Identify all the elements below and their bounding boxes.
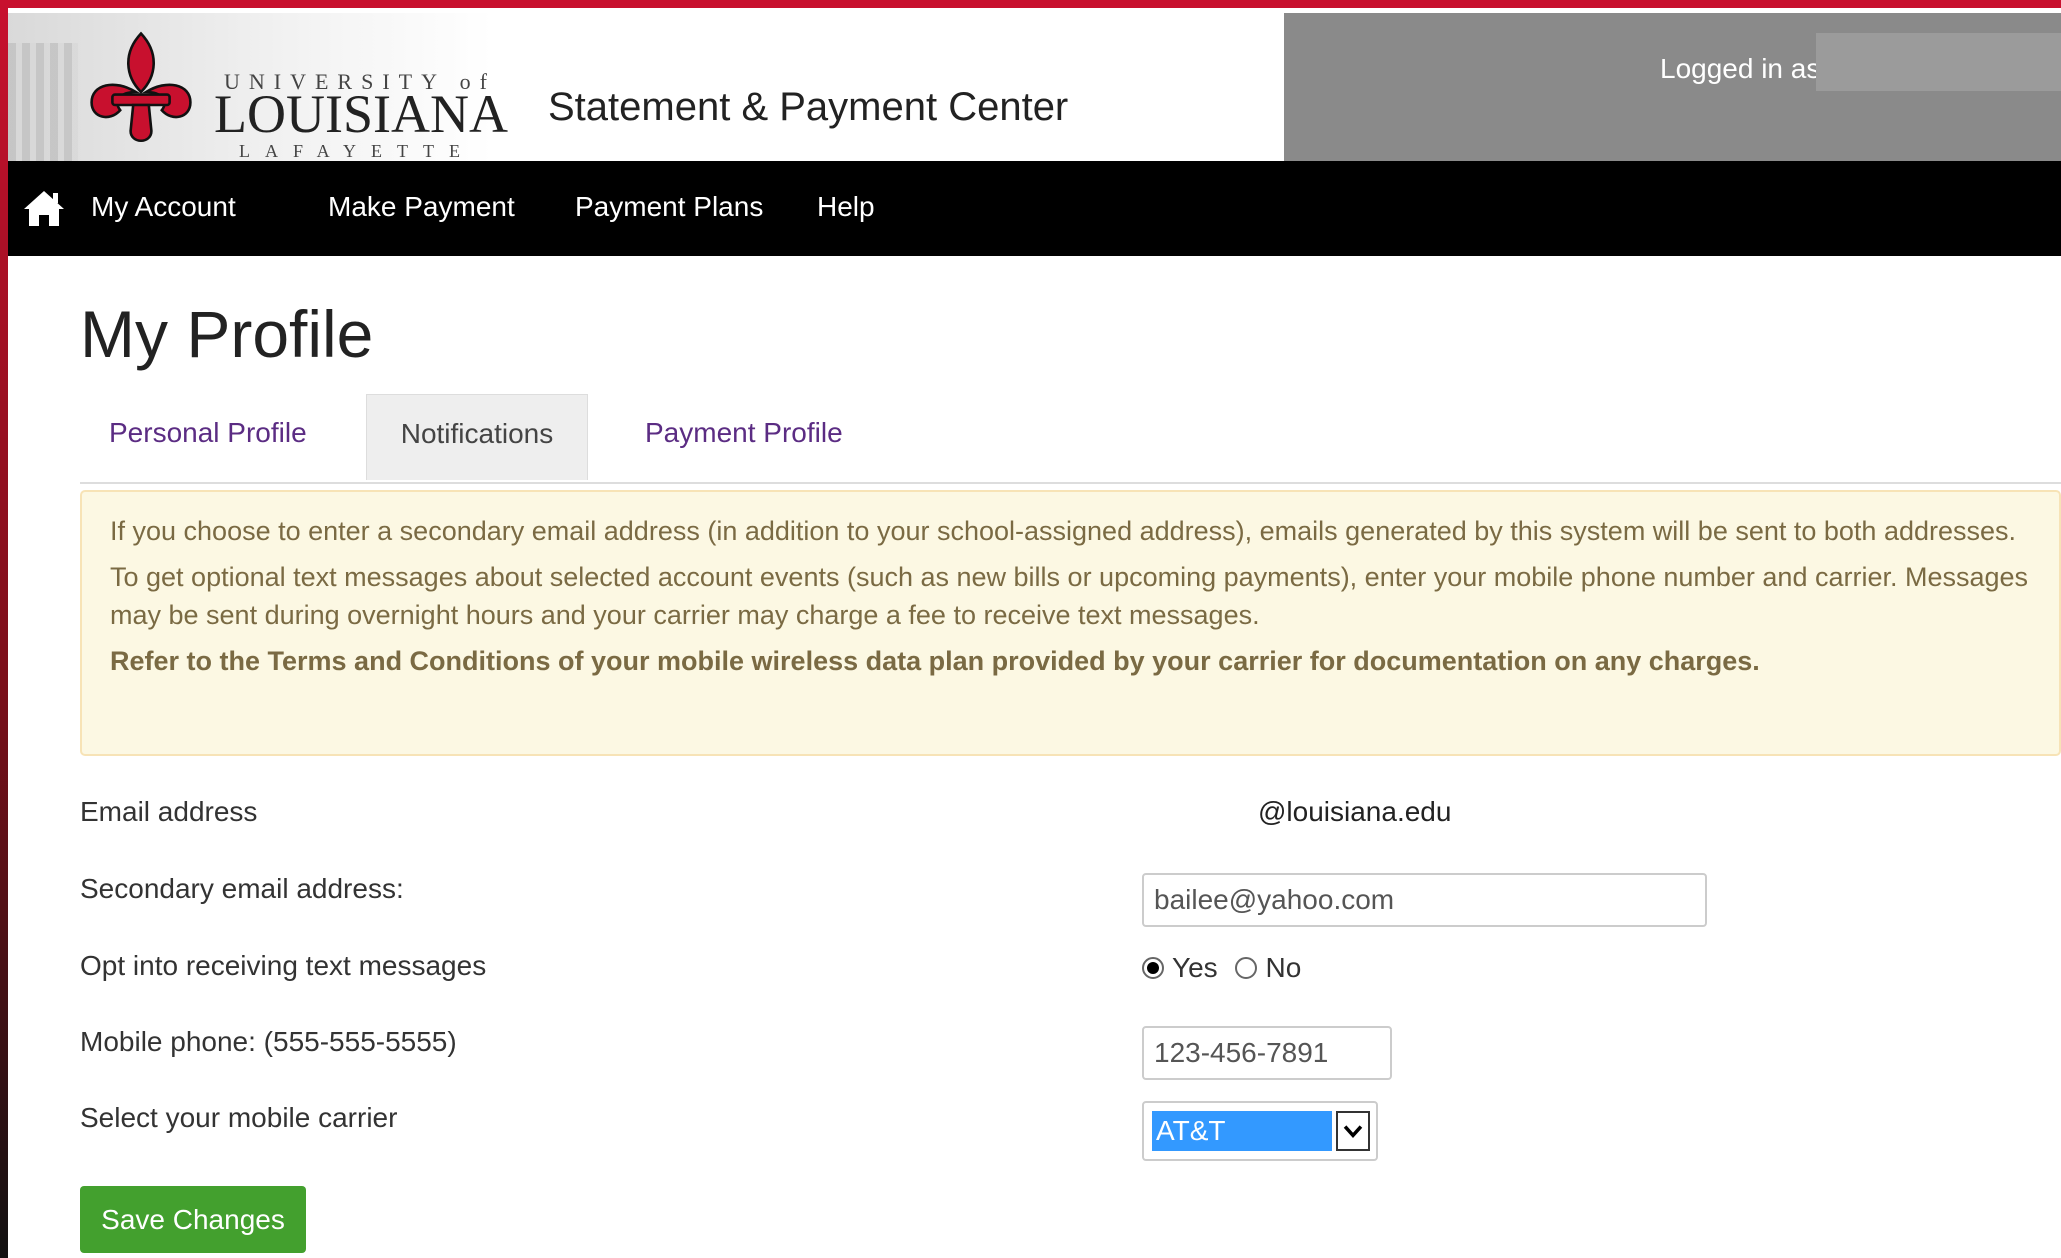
university-logo[interactable]: UNIVERSITY of LOUISIANA LAFAYETTE (76, 27, 508, 161)
opt-in-no-label: No (1265, 951, 1302, 983)
opt-in-yes-label: Yes (1172, 951, 1218, 983)
notice-secondary-email: If you choose to enter a secondary email… (110, 516, 2017, 546)
text-opt-in-label: Opt into receiving text messages (80, 950, 487, 981)
site-header: UNIVERSITY of LOUISIANA LAFAYETTE Statem… (8, 8, 2061, 161)
mobile-carrier-selected: AT&T (1152, 1111, 1332, 1151)
header-banner: UNIVERSITY of LOUISIANA LAFAYETTE Statem… (8, 13, 1283, 161)
home-icon[interactable] (22, 188, 66, 228)
logo-louisiana-text: LOUISIANA (214, 84, 508, 144)
secondary-email-label: Secondary email address: (80, 873, 404, 904)
nav-payment-plans[interactable]: Payment Plans (575, 191, 763, 223)
mobile-phone-label: Mobile phone: (555-555-5555) (80, 1026, 457, 1057)
tab-payment-profile[interactable]: Payment Profile (645, 394, 843, 472)
profile-tabs: Personal Profile Notifications Payment P… (80, 394, 2061, 484)
mobile-carrier-select[interactable]: AT&T (1142, 1101, 1378, 1161)
campus-building-photo (8, 43, 78, 161)
fleur-de-lis-icon (90, 31, 192, 143)
chevron-down-icon[interactable] (1336, 1111, 1370, 1151)
notice-terms: Refer to the Terms and Conditions of you… (110, 646, 1760, 676)
email-address-label: Email address (80, 796, 258, 827)
logo-lafayette-text: LAFAYETTE (239, 141, 475, 161)
opt-in-yes-radio[interactable] (1142, 956, 1164, 979)
page-title: My Profile (80, 297, 374, 371)
main-navigation: My Account Make Payment Payment Plans He… (8, 161, 2061, 256)
logged-in-label: Logged in as (1660, 53, 1816, 84)
user-panel: Logged in as (1284, 13, 2061, 161)
top-accent-bar (0, 0, 2061, 8)
nav-my-account[interactable]: My Account (91, 191, 236, 223)
text-opt-in-group: Yes No (1142, 950, 1311, 990)
main-content: My Profile Personal Profile Notification… (0, 256, 2061, 1258)
nav-make-payment[interactable]: Make Payment (328, 191, 515, 223)
tab-personal-profile[interactable]: Personal Profile (109, 394, 307, 472)
opt-in-no-radio[interactable] (1235, 956, 1258, 979)
mobile-phone-input[interactable] (1142, 1026, 1392, 1080)
notice-text-messages: To get optional text messages about sele… (110, 562, 2029, 630)
mobile-carrier-label: Select your mobile carrier (80, 1102, 398, 1133)
secondary-email-input[interactable] (1142, 873, 1707, 927)
site-title: Statement & Payment Center (548, 85, 1069, 129)
nav-help[interactable]: Help (817, 191, 875, 223)
tab-notifications[interactable]: Notifications (366, 394, 588, 480)
redacted-username (1816, 33, 2061, 91)
notification-notice: If you choose to enter a secondary email… (80, 490, 2061, 756)
save-changes-button[interactable]: Save Changes (80, 1186, 306, 1253)
email-address-value: @louisiana.edu (1258, 796, 1452, 827)
